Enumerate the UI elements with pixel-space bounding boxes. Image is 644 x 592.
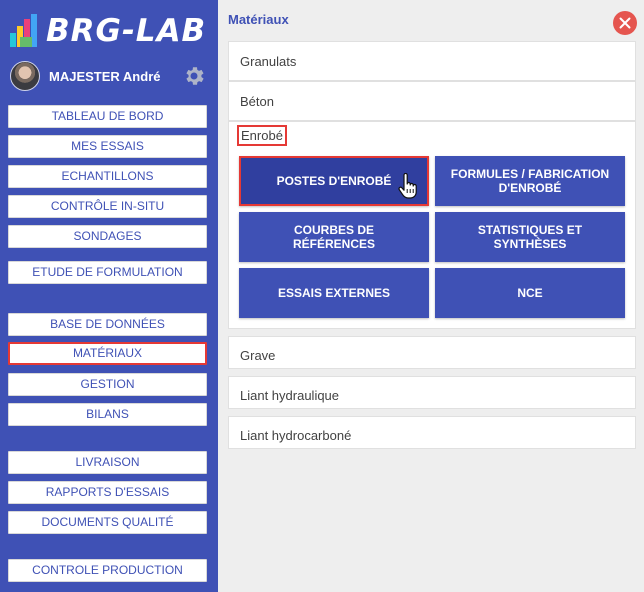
tile-label: POSTES D'ENROBÉ <box>276 174 392 188</box>
user-profile: MAJESTER André <box>10 60 210 92</box>
sidebar-item-documents-qualite[interactable]: DOCUMENTS QUALITÉ <box>8 511 207 534</box>
sidebar-item-bilans[interactable]: BILANS <box>8 403 207 426</box>
category-label: Béton <box>240 94 274 109</box>
brand-name: BRG-LAB <box>46 13 207 49</box>
category-label: Liant hydrocarboné <box>240 428 352 443</box>
category-enrobe-expanded: Enrobé POSTES D'ENROBÉ FORMULES / FABRIC… <box>228 121 636 329</box>
avatar[interactable] <box>10 61 40 91</box>
user-name: MAJESTER André <box>49 68 161 84</box>
tile-label: NCE <box>517 286 543 300</box>
tile-nce[interactable]: NCE <box>435 268 625 318</box>
hand-pointer-icon <box>398 172 418 199</box>
sidebar: BRG-LAB MAJESTER André TABLEAU DE BORD M… <box>0 0 218 592</box>
category-label-enrobe[interactable]: Enrobé <box>237 125 287 146</box>
sidebar-item-echantillons[interactable]: ECHANTILLONS <box>8 165 207 188</box>
tile-formules-fabrication[interactable]: FORMULES / FABRICATION D'ENROBÉ <box>435 156 625 206</box>
tile-label: FORMULES / FABRICATION D'ENROBÉ <box>450 167 610 195</box>
sidebar-item-controle-production[interactable]: CONTROLE PRODUCTION <box>8 559 207 582</box>
tile-statistiques-et-syntheses[interactable]: STATISTIQUES ET SYNTHÈSES <box>435 212 625 262</box>
category-granulats[interactable]: Granulats <box>228 41 636 81</box>
tile-courbes-de-references[interactable]: COURBES DE RÉFÉRENCES <box>239 212 429 262</box>
sidebar-item-tableau-de-bord[interactable]: TABLEAU DE BORD <box>8 105 207 128</box>
tile-label: ESSAIS EXTERNES <box>277 286 391 300</box>
sidebar-item-materiaux[interactable]: MATÉRIAUX <box>8 342 207 365</box>
tile-label: STATISTIQUES ET SYNTHÈSES <box>477 223 583 251</box>
sidebar-item-rapports-d-essais[interactable]: RAPPORTS D'ESSAIS <box>8 481 207 504</box>
sidebar-item-controle-in-situ[interactable]: CONTRÔLE IN-SITU <box>8 195 207 218</box>
sidebar-item-etude-de-formulation[interactable]: ETUDE DE FORMULATION <box>8 261 207 284</box>
category-liant-hydraulique[interactable]: Liant hydraulique <box>228 376 636 409</box>
sidebar-item-mes-essais[interactable]: MES ESSAIS <box>8 135 207 158</box>
sidebar-item-base-de-donnees[interactable]: BASE DE DONNÉES <box>8 313 207 336</box>
sidebar-item-gestion[interactable]: GESTION <box>8 373 207 396</box>
sidebar-item-livraison[interactable]: LIVRAISON <box>8 451 207 474</box>
category-beton[interactable]: Béton <box>228 81 636 121</box>
page-title: Matériaux <box>228 12 289 27</box>
category-label: Grave <box>240 348 276 363</box>
close-button[interactable] <box>613 11 637 35</box>
tile-essais-externes[interactable]: ESSAIS EXTERNES <box>239 268 429 318</box>
tile-label: COURBES DE RÉFÉRENCES <box>292 223 375 251</box>
category-liant-hydrocarbone[interactable]: Liant hydrocarboné <box>228 416 636 449</box>
main-content: Matériaux Granulats Béton Enrobé POSTES … <box>218 0 644 592</box>
tile-postes-d-enrobe[interactable]: POSTES D'ENROBÉ <box>239 156 429 206</box>
category-grave[interactable]: Grave <box>228 336 636 369</box>
brg-lab-logo-icon <box>8 13 44 49</box>
close-icon <box>619 17 631 29</box>
category-label: Granulats <box>240 54 297 69</box>
sidebar-item-sondages[interactable]: SONDAGES <box>8 225 207 248</box>
brand-logo[interactable]: BRG-LAB <box>8 10 213 52</box>
gear-icon[interactable] <box>182 64 206 88</box>
category-label: Liant hydraulique <box>240 388 340 403</box>
